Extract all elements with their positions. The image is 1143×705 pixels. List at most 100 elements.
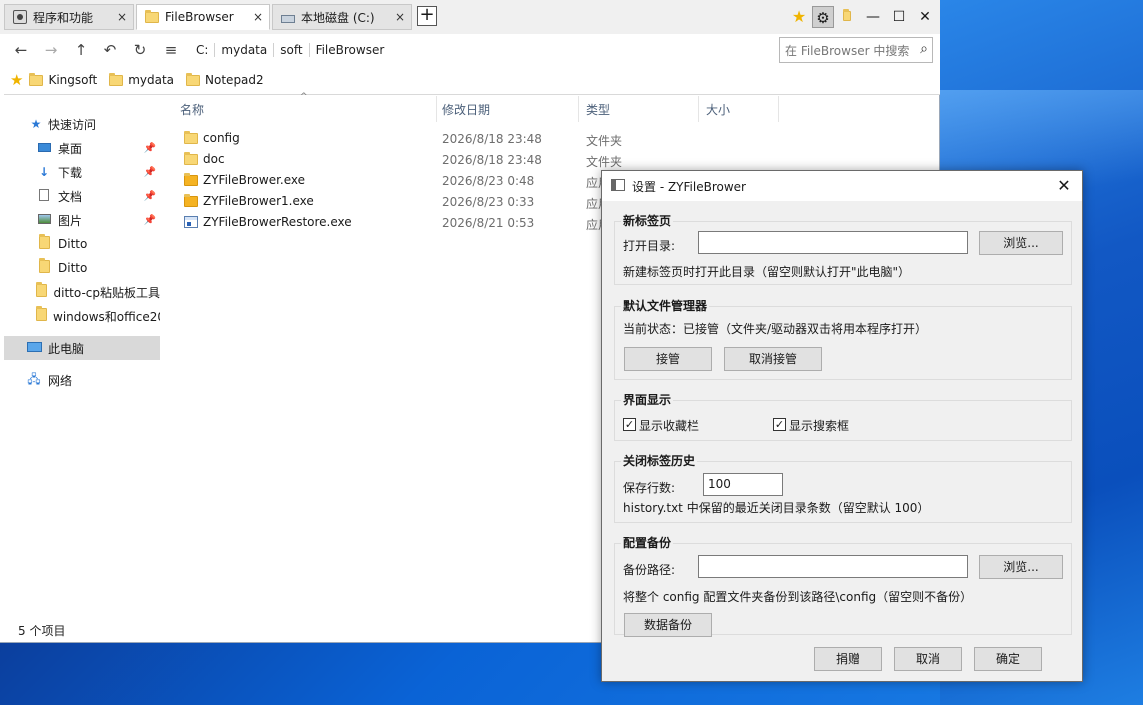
- data-backup-button[interactable]: 数据备份: [624, 613, 712, 637]
- folder-icon: [186, 72, 201, 86]
- show-favorites-checkbox[interactable]: ✓: [623, 418, 636, 431]
- pin-icon[interactable]: 📌: [144, 191, 156, 202]
- close-window-button[interactable]: ✕: [914, 6, 936, 28]
- search-placeholder: 在 FileBrowser 中搜索: [785, 43, 910, 58]
- take-over-button[interactable]: 接管: [624, 347, 712, 371]
- file-row[interactable]: doc 2026/8/18 23:48 文件夹: [160, 150, 938, 171]
- group-new-tab: 新标签页 打开目录: 浏览... 新建标签页时打开此目录（留空则默认打开"此电脑…: [614, 212, 1072, 285]
- app-window-icon: [611, 179, 625, 191]
- sidebar-item-this-pc[interactable]: 此电脑: [4, 336, 160, 360]
- maximize-button[interactable]: ☐: [888, 6, 910, 28]
- column-header-date[interactable]: 修改日期: [422, 96, 578, 122]
- column-header-size[interactable]: 大小: [686, 96, 776, 122]
- tab-programs[interactable]: 程序和功能 ×: [4, 4, 134, 30]
- search-icon[interactable]: ⌕: [920, 41, 928, 57]
- sidebar-item-downloads[interactable]: ↓ 下载 📌: [4, 160, 160, 184]
- sidebar-item-label: 图片: [58, 213, 83, 228]
- cancel-take-over-button[interactable]: 取消接管: [724, 347, 822, 371]
- sidebar-item-label: 桌面: [58, 141, 83, 156]
- open-dir-input[interactable]: [698, 231, 968, 254]
- search-input[interactable]: 在 FileBrowser 中搜索 ⌕: [779, 37, 933, 63]
- folder-icon: [36, 258, 52, 276]
- open-dir-label: 打开目录:: [623, 239, 676, 253]
- backup-browse-button[interactable]: 浏览...: [979, 555, 1063, 579]
- close-tab-icon[interactable]: ×: [253, 10, 263, 24]
- group-config-backup: 配置备份 备份路径: 浏览... 将整个 config 配置文件夹备份到该路径\…: [614, 534, 1072, 637]
- forward-icon[interactable]: →: [40, 39, 62, 61]
- open-dir-hint: 新建标签页时打开此目录（留空则默认打开"此电脑"）: [623, 265, 911, 279]
- sidebar-item-desktop[interactable]: 桌面 📌: [4, 136, 160, 160]
- tab-label: FileBrowser: [165, 10, 234, 24]
- star-icon[interactable]: ★: [788, 6, 810, 28]
- file-name: doc: [203, 152, 225, 166]
- favorites-bar: ★ Kingsoft mydata Notepad2: [0, 66, 940, 94]
- pin-icon[interactable]: 📌: [144, 143, 156, 154]
- sidebar-item-network[interactable]: 🖧 网络: [4, 368, 160, 392]
- desktop-icon: [36, 141, 52, 155]
- undo-icon[interactable]: ↶: [99, 39, 121, 61]
- download-icon: ↓: [38, 165, 50, 179]
- favorite-kingsoft[interactable]: Kingsoft: [29, 72, 97, 87]
- sidebar-item-ditto[interactable]: Ditto: [4, 232, 160, 256]
- breadcrumb-item[interactable]: C:: [192, 43, 214, 57]
- rows-input[interactable]: 100: [703, 473, 783, 496]
- group-title: 新标签页: [621, 212, 674, 229]
- favorite-mydata[interactable]: mydata: [109, 72, 174, 87]
- column-separator[interactable]: [778, 96, 779, 122]
- tab-label: 程序和功能: [33, 10, 94, 25]
- group-default-file-manager: 默认文件管理器 当前状态：已接管（文件夹/驱动器双击将用本程序打开） 接管 取消…: [614, 297, 1072, 380]
- sidebar-item-windows-office[interactable]: windows和office2019: [4, 304, 160, 328]
- sidebar-item-quick-access[interactable]: ★ 快速访问: [4, 112, 160, 136]
- status-bar-count: 5 个项目: [18, 624, 66, 638]
- close-tab-icon[interactable]: ×: [395, 10, 405, 24]
- file-name: config: [203, 131, 240, 145]
- sidebar-item-pictures[interactable]: 图片 📌: [4, 208, 160, 232]
- folder-icon: [36, 282, 48, 300]
- file-date: 2026/8/21 0:53: [442, 216, 535, 230]
- pin-icon[interactable]: 📌: [144, 215, 156, 226]
- group-title: 关闭标签历史: [621, 452, 698, 469]
- close-icon[interactable]: ✕: [1052, 174, 1076, 198]
- ok-button[interactable]: 确定: [974, 647, 1042, 671]
- minimize-button[interactable]: —: [862, 6, 884, 28]
- file-row[interactable]: config 2026/8/18 23:48 文件夹: [160, 129, 938, 150]
- backup-path-input[interactable]: [698, 555, 968, 578]
- sidebar-item-label: 快速访问: [48, 117, 97, 132]
- new-tab-button[interactable]: +: [417, 6, 437, 26]
- back-icon[interactable]: ←: [10, 39, 32, 61]
- folder-pin-icon[interactable]: [836, 6, 858, 28]
- show-search-checkbox[interactable]: ✓: [773, 418, 786, 431]
- tab-label: 本地磁盘 (C:): [301, 10, 375, 25]
- menu-icon[interactable]: ≡: [160, 39, 182, 61]
- show-favorites-label[interactable]: 显示收藏栏: [639, 417, 699, 434]
- file-type: 文件夹: [586, 134, 623, 148]
- tab-filebrowser[interactable]: FileBrowser ×: [136, 4, 270, 30]
- takeover-status: 当前状态：已接管（文件夹/驱动器双击将用本程序打开）: [623, 322, 928, 336]
- refresh-icon[interactable]: ↻: [129, 39, 151, 61]
- folder-icon: [36, 234, 52, 252]
- column-header-type[interactable]: 类型: [566, 96, 700, 122]
- folder-icon: [36, 306, 47, 324]
- cancel-button[interactable]: 取消: [894, 647, 962, 671]
- file-date: 2026/8/23 0:48: [442, 174, 535, 188]
- breadcrumb-item[interactable]: mydata: [214, 43, 273, 57]
- address-bar[interactable]: C: mydata soft FileBrowser: [192, 38, 770, 62]
- network-icon: 🖧: [27, 371, 41, 386]
- sidebar-item-ditto-cp[interactable]: ditto-cp粘贴板工具: [4, 280, 160, 304]
- pin-icon[interactable]: 📌: [144, 167, 156, 178]
- gear-icon[interactable]: ⚙: [812, 6, 834, 28]
- file-name: ZYFileBrower1.exe: [203, 194, 314, 208]
- breadcrumb-item[interactable]: FileBrowser: [308, 43, 391, 57]
- breadcrumb-item[interactable]: soft: [273, 43, 308, 57]
- tab-local-disk[interactable]: 本地磁盘 (C:) ×: [272, 4, 412, 30]
- sidebar-item-ditto-2[interactable]: Ditto: [4, 256, 160, 280]
- executable-icon: [184, 216, 198, 228]
- sidebar-item-documents[interactable]: 文档 📌: [4, 184, 160, 208]
- close-tab-icon[interactable]: ×: [117, 10, 127, 24]
- show-search-label[interactable]: 显示搜索框: [789, 417, 849, 434]
- favorite-notepad2[interactable]: Notepad2: [186, 72, 264, 87]
- column-header-name[interactable]: 名称: [160, 96, 436, 122]
- up-icon[interactable]: ↑: [70, 39, 92, 61]
- donate-button[interactable]: 捐赠: [814, 647, 882, 671]
- browse-button[interactable]: 浏览...: [979, 231, 1063, 255]
